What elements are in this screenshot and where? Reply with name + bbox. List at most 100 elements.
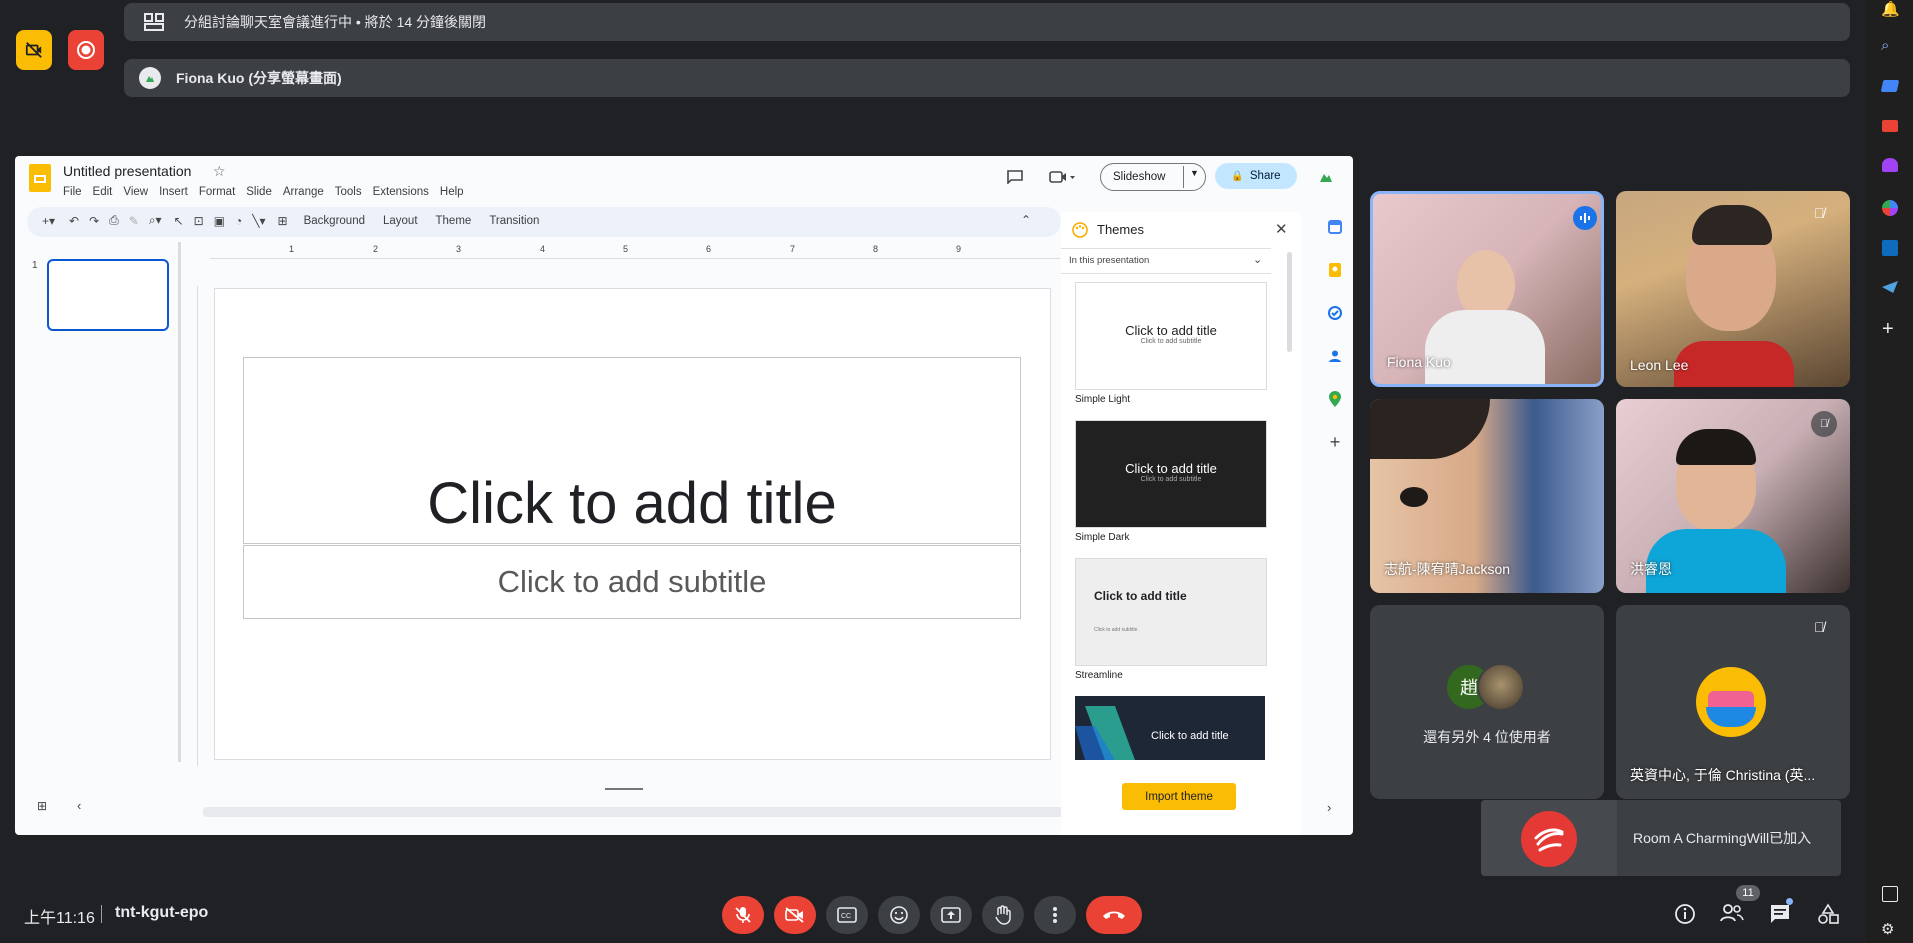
menu-format[interactable]: Format (199, 186, 235, 198)
mic-off-icon: 🎙̸ (1814, 205, 1825, 221)
image-icon[interactable]: ▣ (214, 214, 225, 228)
menu-extensions[interactable]: Extensions (373, 186, 429, 198)
comments-icon[interactable] (1007, 170, 1023, 187)
speaker-notes-handle[interactable] (605, 788, 643, 790)
title-placeholder[interactable]: Click to add title (243, 357, 1021, 544)
comment-add-icon[interactable]: ⊞ (278, 214, 288, 228)
contacts-icon[interactable] (1324, 345, 1346, 367)
themes-scrollbar[interactable] (1287, 252, 1292, 352)
reactions-button[interactable] (878, 896, 920, 934)
send-icon[interactable] (1882, 281, 1898, 293)
menu-edit[interactable]: Edit (93, 186, 113, 198)
meeting-details-icon[interactable] (1674, 903, 1696, 930)
horizontal-scrollbar[interactable] (203, 807, 1065, 817)
chevron-down-icon[interactable]: ▼ (1190, 168, 1199, 178)
present-screen-button[interactable] (930, 896, 972, 934)
recording-warning-icon[interactable] (16, 30, 52, 70)
menu-view[interactable]: View (123, 186, 148, 198)
ruler-5: 5 (623, 244, 629, 254)
textbox-icon[interactable]: ⊡ (194, 214, 204, 228)
tasks-icon[interactable] (1324, 302, 1346, 324)
close-icon[interactable]: ✕ (1275, 220, 1288, 238)
ruler-9: 9 (956, 244, 962, 254)
captions-button[interactable]: CC (826, 896, 868, 934)
participant-tile[interactable]: Fiona Kuo (1370, 191, 1604, 387)
menu-help[interactable]: Help (440, 186, 464, 198)
meeting-code[interactable]: tnt-kgut-epo (115, 904, 208, 922)
slideshow-button[interactable]: Slideshow ▼ (1100, 163, 1206, 191)
leave-call-button[interactable] (1086, 896, 1142, 934)
notifications-icon[interactable]: 🔔 (1881, 0, 1900, 18)
ruler-6: 6 (706, 244, 712, 254)
shape-icon[interactable]: ◔ (235, 214, 242, 228)
chat-icon[interactable] (1769, 903, 1791, 930)
menu-slide[interactable]: Slide (246, 186, 272, 198)
select-icon[interactable]: ↖ (174, 214, 184, 228)
undo-icon[interactable]: ↶ (69, 214, 79, 228)
layout-button[interactable]: Layout (383, 215, 418, 227)
settings-gear-icon[interactable]: ⚙ (1881, 920, 1894, 938)
tools-icon[interactable] (1882, 120, 1898, 132)
expand-side-panel-icon[interactable]: › (1327, 800, 1331, 815)
shopping-icon[interactable] (1880, 80, 1900, 92)
zoom-icon[interactable]: ⌕▾ (149, 213, 162, 228)
line-icon[interactable]: ╲▾ (252, 214, 265, 228)
participant-tile[interactable]: 🎙̸ 洪睿恩 (1616, 399, 1850, 593)
participant-tile[interactable]: 🎙̸ Leon Lee (1616, 191, 1850, 387)
calendar-icon[interactable] (1324, 216, 1346, 238)
maps-icon[interactable] (1324, 388, 1346, 410)
paint-format-icon[interactable]: ✎ (129, 214, 139, 228)
theme-focus[interactable]: Click to add title (1075, 696, 1265, 760)
theme-preview-title: Click to add title (1125, 461, 1217, 476)
mic-toggle-button[interactable] (722, 896, 764, 934)
participant-tile[interactable]: 志航-陳宥晴Jackson (1370, 399, 1604, 593)
menu-tools[interactable]: Tools (335, 186, 362, 198)
theme-simple-dark[interactable]: Click to add title Click to add subtitle (1075, 420, 1267, 528)
people-icon[interactable] (1720, 903, 1744, 928)
slide-canvas[interactable]: Click to add title Click to add subtitle (214, 288, 1051, 760)
add-sidebar-item-icon[interactable]: + (1882, 318, 1894, 341)
collapse-menus-icon[interactable]: ⌃ (1021, 213, 1031, 227)
new-slide-icon[interactable]: +▾ (42, 214, 55, 228)
themes-heading: Themes (1097, 222, 1144, 237)
search-icon[interactable]: ⌕ (1881, 37, 1889, 54)
menu-arrange[interactable]: Arrange (283, 186, 324, 198)
outlook-icon[interactable] (1882, 240, 1898, 256)
keep-icon[interactable] (1324, 259, 1346, 281)
copilot-icon[interactable] (1882, 200, 1898, 216)
camera-toggle-button[interactable] (774, 896, 816, 934)
meet-camera-icon[interactable] (1049, 170, 1075, 189)
collapse-filmstrip-icon[interactable]: ‹ (77, 798, 81, 813)
print-icon[interactable]: ⎙ (109, 213, 119, 228)
theme-simple-light[interactable]: Click to add title Click to add subtitle (1075, 282, 1267, 390)
raise-hand-button[interactable] (982, 896, 1024, 934)
ruler-4: 4 (540, 244, 546, 254)
ruler-1: 1 (289, 244, 295, 254)
share-button[interactable]: 🔒 Share (1215, 163, 1297, 189)
theme-streamline[interactable]: Click to add title Click to add subtitle (1075, 558, 1267, 666)
add-addon-icon[interactable]: + (1324, 431, 1346, 453)
slide-thumbnail[interactable] (47, 259, 169, 331)
more-options-button[interactable] (1034, 896, 1076, 934)
games-icon[interactable] (1882, 158, 1898, 172)
import-theme-button[interactable]: Import theme (1122, 783, 1236, 810)
subtitle-placeholder[interactable]: Click to add subtitle (243, 545, 1021, 619)
activities-icon[interactable] (1817, 903, 1839, 930)
doc-title[interactable]: Untitled presentation (63, 163, 191, 179)
star-icon[interactable]: ☆ (213, 163, 226, 180)
background-button[interactable]: Background (304, 215, 365, 227)
transition-button[interactable]: Transition (489, 215, 539, 227)
recording-icon[interactable] (68, 30, 104, 70)
account-avatar-icon[interactable] (1318, 168, 1334, 184)
breakout-room-icon[interactable] (144, 13, 164, 31)
others-tile[interactable]: 趙 還有另外 4 位使用者 (1370, 605, 1604, 799)
sidebar-toggle-icon[interactable] (1882, 886, 1898, 902)
themes-filter[interactable]: In this presentation ⌄ (1061, 248, 1271, 274)
presenter-banner: Fiona Kuo (分享螢幕畫面) (124, 59, 1850, 97)
redo-icon[interactable]: ↷ (89, 214, 99, 228)
menu-insert[interactable]: Insert (159, 186, 188, 198)
menu-file[interactable]: File (63, 186, 82, 198)
theme-button[interactable]: Theme (436, 215, 472, 227)
participant-tile[interactable]: 🎙̸ 英資中心, 于倫 Christina (英... (1616, 605, 1850, 799)
grid-view-icon[interactable]: ⊞ (37, 799, 47, 813)
